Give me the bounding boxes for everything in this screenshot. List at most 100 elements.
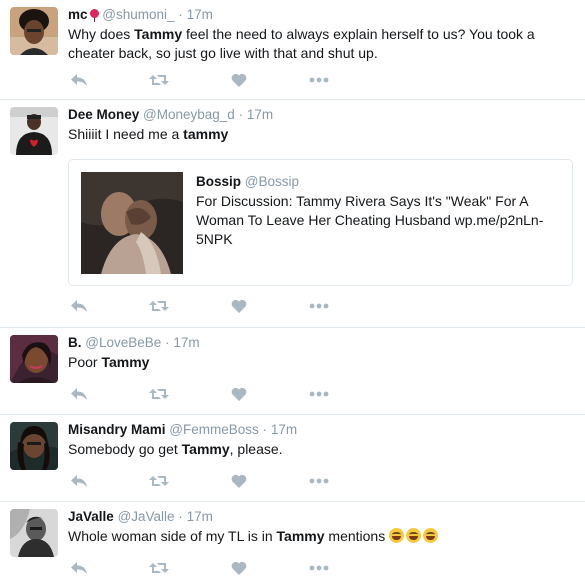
like-icon — [231, 299, 247, 313]
avatar[interactable] — [10, 509, 58, 557]
more-button[interactable] — [308, 71, 330, 89]
avatar[interactable] — [10, 107, 58, 155]
retweet-icon — [149, 476, 169, 486]
user-handle[interactable]: @shumoni_ — [102, 7, 174, 22]
reply-button[interactable] — [68, 385, 90, 403]
tweet-text: Whole woman side of my TL is in Tammy me… — [68, 527, 558, 546]
retweet-button[interactable] — [148, 71, 170, 89]
display-name[interactable]: Misandry Mami — [68, 422, 166, 437]
like-button[interactable] — [228, 559, 250, 577]
more-icon — [309, 565, 329, 571]
more-button[interactable] — [308, 297, 330, 315]
highlighted-term: Tammy — [276, 528, 325, 544]
laughing-emoji-icon — [423, 528, 439, 543]
tweet-header: Dee Money @Moneybag_d · 17m — [68, 106, 575, 124]
like-button[interactable] — [228, 472, 250, 490]
retweet-button[interactable] — [148, 472, 170, 490]
text-segment: Shiiiit I need me a — [68, 126, 184, 142]
user-handle[interactable]: @JaValle — [118, 509, 175, 524]
display-name[interactable]: Dee Money — [68, 107, 139, 122]
separator: · — [178, 7, 183, 22]
more-icon — [309, 391, 329, 397]
display-name[interactable]: mc — [68, 7, 88, 22]
user-handle[interactable]: @LoveBeBe — [85, 335, 161, 350]
tweet-header: JaValle @JaValle · 17m — [68, 508, 575, 526]
like-icon — [231, 73, 247, 87]
retweet-button[interactable] — [148, 385, 170, 403]
avatar[interactable] — [10, 335, 58, 383]
highlighted-term: Tammy — [101, 354, 150, 370]
tweet[interactable]: Dee Money @Moneybag_d · 17m Shiiiit I ne… — [0, 100, 585, 328]
more-button[interactable] — [308, 559, 330, 577]
tweet-text: Shiiiit I need me a tammy — [68, 125, 558, 144]
display-name[interactable]: B. — [68, 335, 82, 350]
card-text: For Discussion: Tammy Rivera Says It's "… — [196, 193, 544, 247]
text-segment: Why does — [68, 26, 135, 42]
card-display-name[interactable]: Bossip — [196, 174, 241, 189]
retweet-button[interactable] — [148, 297, 170, 315]
tweet-actions — [68, 297, 338, 315]
timestamp[interactable]: 17m — [187, 7, 213, 22]
reply-button[interactable] — [68, 472, 90, 490]
text-segment: Somebody go get — [68, 441, 182, 457]
text-segment: mentions — [324, 528, 390, 544]
display-name[interactable]: JaValle — [68, 509, 114, 524]
more-button[interactable] — [308, 472, 330, 490]
highlighted-term: Tammy — [181, 441, 230, 457]
tweet-text: Poor Tammy — [68, 353, 558, 372]
tweet-header: B. @LoveBeBe · 17m — [68, 334, 575, 352]
more-icon — [309, 77, 329, 83]
avatar[interactable] — [10, 7, 58, 55]
more-icon — [309, 303, 329, 309]
retweet-button[interactable] — [148, 559, 170, 577]
tweet[interactable]: B. @LoveBeBe · 17m Poor Tammy — [0, 328, 585, 415]
timestamp[interactable]: 17m — [271, 422, 297, 437]
timeline: mc @shumoni_ · 17m Why does Tammy feel t… — [0, 0, 585, 588]
tweet-actions — [68, 472, 338, 490]
like-button[interactable] — [228, 385, 250, 403]
tweet-text: Why does Tammy feel the need to always e… — [68, 25, 558, 63]
highlighted-term: tammy — [183, 126, 229, 142]
reply-button[interactable] — [68, 559, 90, 577]
timestamp[interactable]: 17m — [247, 107, 273, 122]
text-segment: Whole woman side of my TL is in — [68, 528, 277, 544]
tweet-actions — [68, 385, 338, 403]
balloon-icon — [89, 9, 99, 22]
separator: · — [165, 335, 170, 350]
reply-icon — [71, 562, 87, 574]
user-handle[interactable]: @FemmeBoss — [169, 422, 258, 437]
tweet-actions — [68, 559, 338, 577]
card-header: Bossip @Bossip — [196, 173, 562, 191]
text-segment: Poor — [68, 354, 102, 370]
card-image[interactable] — [81, 172, 183, 274]
laughing-emoji-icon — [389, 528, 405, 543]
reply-icon — [71, 388, 87, 400]
like-button[interactable] — [228, 71, 250, 89]
timestamp[interactable]: 17m — [187, 509, 213, 524]
retweet-icon — [149, 301, 169, 311]
reply-button[interactable] — [68, 297, 90, 315]
reply-button[interactable] — [68, 71, 90, 89]
tweet-text: Somebody go get Tammy, please. — [68, 440, 558, 459]
retweet-icon — [149, 75, 169, 85]
user-handle[interactable]: @Moneybag_d — [143, 107, 235, 122]
card-user-handle[interactable]: @Bossip — [245, 174, 299, 189]
more-button[interactable] — [308, 385, 330, 403]
like-icon — [231, 561, 247, 575]
separator: · — [238, 107, 244, 122]
like-icon — [231, 474, 247, 488]
avatar[interactable] — [10, 422, 58, 470]
tweet[interactable]: Misandry Mami @FemmeBoss · 17m Somebody … — [0, 415, 585, 502]
like-icon — [231, 387, 247, 401]
separator: · — [262, 422, 268, 437]
reply-icon — [71, 74, 87, 86]
laughing-emoji-icon — [406, 528, 422, 543]
like-button[interactable] — [228, 297, 250, 315]
timestamp[interactable]: 17m — [173, 335, 199, 350]
retweet-icon — [149, 563, 169, 573]
tweet[interactable]: mc @shumoni_ · 17m Why does Tammy feel t… — [0, 0, 585, 100]
tweet[interactable]: JaValle @JaValle · 17m Whole woman side … — [0, 502, 585, 588]
reply-icon — [71, 300, 87, 312]
text-segment: , please. — [229, 441, 283, 457]
quoted-tweet-card[interactable]: Bossip @Bossip For Discussion: Tammy Riv… — [68, 159, 573, 286]
